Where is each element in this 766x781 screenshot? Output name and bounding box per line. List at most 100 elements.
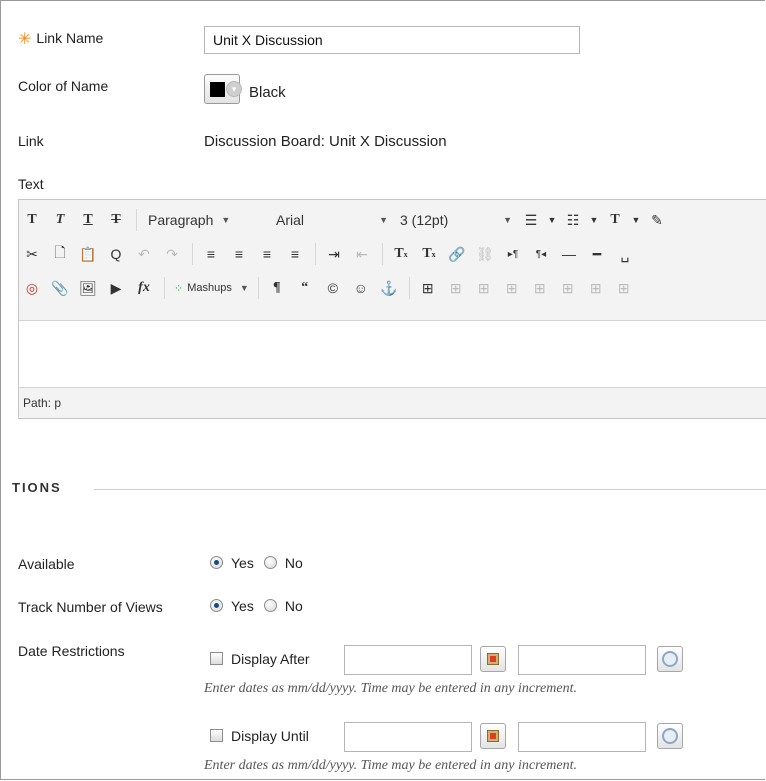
copy-icon[interactable]: 🗋 [47, 241, 73, 267]
display-after-row: Display After [210, 651, 310, 667]
copyright-icon[interactable]: © [320, 275, 346, 301]
rtl-icon[interactable]: ¶◂ [528, 241, 554, 267]
subscript-icon[interactable]: Tx [416, 241, 442, 267]
mashups-dropdown[interactable]: ⁘ Mashups ▼ [170, 275, 253, 301]
font-dropdown[interactable]: Arial ▼ [270, 207, 394, 233]
track-views-yes-radio[interactable] [210, 598, 223, 612]
section-divider [94, 489, 766, 490]
chevron-down-icon: ▼ [503, 215, 512, 225]
font-value: Arial [276, 212, 305, 228]
display-until-date-input[interactable] [344, 722, 472, 752]
available-yes-radio[interactable] [210, 555, 223, 569]
image-icon[interactable]: 🖼 [75, 275, 101, 301]
align-left-icon[interactable]: ≡ [198, 241, 224, 267]
underline-button[interactable]: T [75, 207, 101, 233]
link-name-label: ✳ Link Name [18, 28, 103, 48]
chevron-down-icon: ▼ [379, 215, 388, 225]
emoticon-icon[interactable]: ☺ [348, 275, 374, 301]
available-no-radio[interactable] [263, 555, 277, 569]
editor-path: Path: p [23, 396, 61, 410]
outdent-icon[interactable]: ⇤ [349, 241, 375, 267]
strikethrough-button[interactable]: T [103, 207, 129, 233]
chevron-down-icon: ▼ [221, 215, 231, 225]
equation-icon[interactable]: fx [131, 275, 157, 301]
table-delete-col-icon[interactable]: ⊞ [583, 275, 609, 301]
table-row-after-icon[interactable]: ⊞ [471, 275, 497, 301]
toolbar-divider [164, 277, 165, 299]
chevron-down-icon[interactable]: ▼ [546, 207, 558, 233]
blockquote-icon[interactable]: “ [292, 275, 318, 301]
numbered-list-button[interactable]: ☷ [560, 207, 586, 233]
bold-button[interactable]: T [19, 207, 45, 233]
media-icon[interactable]: ▶ [103, 275, 129, 301]
text-color-button[interactable]: T [602, 207, 628, 233]
paragraph-dropdown[interactable]: Paragraph ▼ [142, 207, 270, 233]
font-size-dropdown[interactable]: 3 (12pt) ▼ [394, 207, 518, 233]
section-title: TIONS [12, 480, 62, 495]
nonbreaking-space-icon[interactable]: ␣ [612, 241, 638, 267]
toolbar-row-1: T T T T Paragraph ▼ Arial ▼ 3 (12pt) ▼ ☰ ▼ … [19, 205, 766, 235]
table-merge-icon[interactable]: ⊞ [611, 275, 637, 301]
insert-table-icon[interactable]: ⊞ [415, 275, 441, 301]
thick-rule-icon[interactable]: ━ [584, 241, 610, 267]
display-until-label: Display Until [231, 728, 309, 744]
calendar-icon[interactable] [480, 646, 506, 672]
subscript-glyph: T [422, 246, 432, 261]
chevron-down-icon: ▼ [239, 283, 249, 293]
clock-icon[interactable] [657, 646, 683, 672]
bullet-list-button[interactable]: ☰ [518, 207, 544, 233]
color-swatch [210, 82, 225, 97]
display-until-checkbox[interactable] [210, 728, 223, 742]
available-label: Available [18, 556, 75, 572]
table-col-after-icon[interactable]: ⊞ [555, 275, 581, 301]
mashups-label: Mashups [187, 282, 232, 294]
redo-icon[interactable]: ↷ [159, 241, 185, 267]
record-icon[interactable]: ◎ [19, 275, 45, 301]
indent-icon[interactable]: ⇥ [321, 241, 347, 267]
editor-content-area[interactable] [19, 320, 766, 388]
align-center-icon[interactable]: ≡ [226, 241, 252, 267]
paste-icon[interactable]: 📋 [75, 241, 101, 267]
cut-icon[interactable]: ✂ [19, 241, 45, 267]
display-until-time-input[interactable] [518, 722, 646, 752]
track-views-label: Track Number of Views [18, 599, 163, 615]
find-icon[interactable]: Q [103, 241, 129, 267]
display-after-date-input[interactable] [344, 645, 472, 675]
clock-icon[interactable] [657, 723, 683, 749]
table-row-before-icon[interactable]: ⊞ [443, 275, 469, 301]
table-col-before-icon[interactable]: ⊞ [527, 275, 553, 301]
attachment-icon[interactable]: 📎 [47, 275, 73, 301]
track-views-no-label: No [284, 598, 303, 614]
undo-icon[interactable]: ↶ [131, 241, 157, 267]
align-right-icon[interactable]: ≡ [254, 241, 280, 267]
align-justify-icon[interactable]: ≡ [282, 241, 308, 267]
calendar-icon[interactable] [480, 723, 506, 749]
table-delete-row-icon[interactable]: ⊞ [499, 275, 525, 301]
available-no-label: No [284, 555, 303, 571]
display-until-row: Display Until [210, 728, 309, 744]
paragraph-mark-icon[interactable]: ¶ [264, 275, 290, 301]
track-views-options: Yes No [210, 598, 313, 614]
link-icon[interactable]: 🔗 [444, 241, 470, 267]
unlink-icon[interactable]: ⛓ [472, 241, 498, 267]
chevron-down-icon: ▾ [226, 81, 242, 97]
ltr-icon[interactable]: ▸¶ [500, 241, 526, 267]
highlight-button[interactable]: ✎ [644, 207, 670, 233]
chevron-down-icon[interactable]: ▼ [630, 207, 642, 233]
chevron-down-icon[interactable]: ▼ [588, 207, 600, 233]
color-picker-button[interactable]: ▾ [204, 74, 242, 104]
date-hint: Enter dates as mm/dd/yyyy. Time may be e… [204, 681, 577, 696]
italic-button[interactable]: T [47, 207, 73, 233]
link-name-input[interactable] [204, 26, 580, 54]
display-after-checkbox[interactable] [210, 651, 223, 665]
link-name-label-text: Link Name [36, 30, 104, 46]
anchor-icon[interactable]: ⚓ [376, 275, 402, 301]
superscript-glyph: T [394, 246, 404, 261]
horizontal-rule-icon[interactable]: — [556, 241, 582, 267]
track-views-no-radio[interactable] [263, 598, 277, 612]
font-size-value: 3 (12pt) [400, 212, 449, 228]
path-label: Path: [23, 396, 52, 410]
display-after-time-input[interactable] [518, 645, 646, 675]
superscript-icon[interactable]: Tx [388, 241, 414, 267]
text-label: Text [18, 176, 44, 192]
